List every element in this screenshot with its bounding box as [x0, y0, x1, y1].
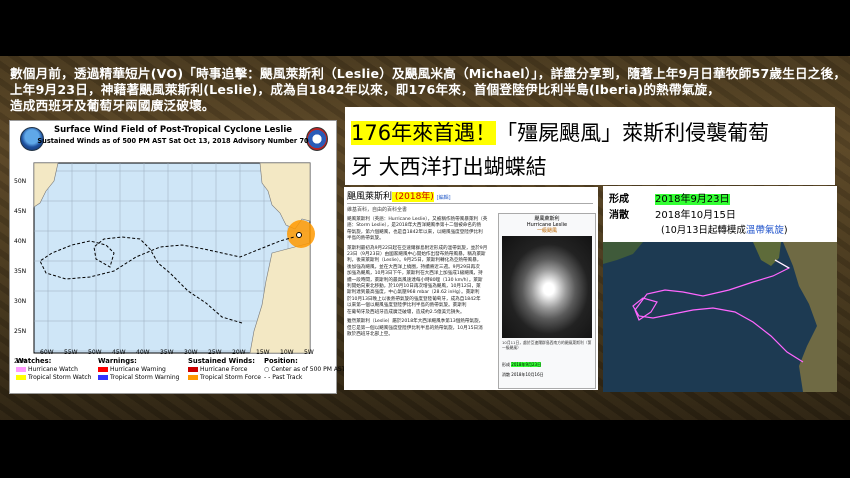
wiki-line: 斯利達到最高強度，中心氣壓968 mbar（28.62 inHg）。萊斯利 [347, 290, 480, 296]
headline-highlight: 176年來首遇！ [351, 121, 497, 145]
lon-label: 45W [112, 349, 126, 356]
headline-line-2: 牙 大西洋打出蝴蝶結 [351, 155, 547, 179]
lon-label: 40W [136, 349, 150, 356]
infobox-formed-value: 2018年9月23日 [511, 362, 542, 367]
intro-line-2: 上年9月23日，神藉著颶風萊斯利(Leslie)，成為自1842年以來，即176… [10, 82, 721, 97]
letterbox-bottom [0, 420, 850, 478]
legend-warnings: Warnings: Hurricane Warning Tropical Sto… [98, 357, 179, 381]
legend-position: Position: ○ Center as of 500 PM AST - - Pa… [264, 357, 345, 381]
note-close: ) [783, 225, 788, 236]
dissipated-date: 2018年10月15日 [655, 210, 736, 221]
news-headline: 176年來首遇！「殭屍颶風」萊斯利侵襲葡萄 牙 大西洋打出蝴蝶結 [345, 107, 835, 185]
swatch [16, 367, 26, 372]
lat-label: 30N [14, 298, 27, 305]
lon-label: 10W [280, 349, 294, 356]
note-link[interactable]: 溫帶氣旋 [746, 225, 784, 236]
lon-label: 20W [232, 349, 246, 356]
infobox-formed-label: 形成 [502, 362, 510, 367]
satellite-image [502, 236, 592, 338]
lon-label: 30W [184, 349, 198, 356]
infobox-caption: 10月11日，處於亞速爾群島西南方的颶風萊斯利（第一級颶風） [502, 340, 592, 350]
legend-heading: Sustained Winds: [188, 357, 255, 365]
lat-label: 45N [14, 208, 27, 215]
wiki-title: 颶風萊斯利 (2018年) [編輯] [347, 189, 451, 202]
note-text: (10月13日起轉模成 [661, 225, 746, 236]
transition-note: (10月13日起轉模成溫帶氣旋) [661, 222, 788, 236]
lat-label: 25N [14, 328, 27, 335]
lon-label: 25W [208, 349, 222, 356]
formed-label: 形成 [609, 194, 629, 205]
lat-label: 35N [14, 268, 27, 275]
formed-date: 2018年9月23日 [655, 194, 730, 205]
legend-heading: Warnings: [98, 357, 137, 365]
wiki-divider [347, 203, 593, 204]
wiki-line: 散於西班牙北部上空。 [347, 331, 393, 337]
infobox-header: 颶風萊斯利 Hurricane Leslie 一級颶風 [499, 216, 595, 234]
intro-line-1: 數個月前，透過精華短片(VO)「時事追擊：颶風萊斯利（Leslie）及颶風米高（… [10, 66, 847, 81]
legend-heading: Watches: [16, 357, 52, 365]
lon-label: 5W [304, 349, 314, 356]
legend-item: Tropical Storm Warning [110, 374, 180, 381]
track-map: 形成 2018年9月23日 消散 2018年10月15日 (10月13日起轉模成… [603, 186, 837, 392]
past-track-icon: - - [264, 374, 271, 381]
legend-item: Tropical Storm Watch [28, 374, 92, 381]
infobox-dissipated: 消散 2018年10月16日 [502, 372, 544, 378]
legend-watches: Watches: Hurricane Watch Tropical Storm … [16, 357, 91, 381]
track-info-header: 形成 2018年9月23日 消散 2018年10月15日 (10月13日起轉模成… [603, 186, 837, 242]
wind-field-map: Surface Wind Field of Post-Tropical Cycl… [9, 120, 345, 394]
wiki-edit-link[interactable]: [編輯] [437, 195, 451, 201]
storm-center [296, 232, 302, 238]
wiki-line: 語：Storm Leslie），是2018年大西洋颶風季第十二個被命名的熱 [347, 223, 482, 229]
dissipated-label: 消散 [609, 210, 629, 221]
lon-label: 50W [88, 349, 102, 356]
lat-labels: 50N 45N 40N 35N 30N 25N 20N [14, 167, 26, 377]
center-symbol-icon: ○ [264, 366, 270, 373]
lat-label: 40N [14, 238, 27, 245]
swatch [188, 375, 198, 380]
wikipedia-article: 颶風萊斯利 (2018年) [編輯] 維基百科，自由的百科全書 颶風萊斯利（英語… [344, 187, 598, 390]
lon-label: 60W [40, 349, 54, 356]
letterbox-top [0, 0, 850, 56]
legend-item: Hurricane Force [200, 366, 248, 373]
lon-label: 35W [160, 349, 174, 356]
infobox-formed: 形成 2018年9月23日 [502, 362, 542, 368]
headline-line-1: 176年來首遇！「殭屍颶風」萊斯利侵襲葡萄 [351, 117, 769, 147]
legend-item: Center as of 500 PM AST [271, 366, 346, 373]
legend-winds: Sustained Winds: Hurricane Force Tropica… [188, 357, 261, 381]
lat-label: 50N [14, 178, 27, 185]
headline-rest: 「殭屍颶風」萊斯利侵襲葡萄 [496, 121, 770, 145]
wiki-infobox: 颶風萊斯利 Hurricane Leslie 一級颶風 10月11日，處於亞速爾… [498, 213, 596, 389]
lon-labels: 60W 55W 50W 45W 40W 35W 30W 25W 20W 15W … [40, 349, 330, 356]
wiki-body: 颶風萊斯利（英語：Hurricane Leslie），又被稱作熱帶風暴萊利（英 … [347, 217, 495, 338]
map-legend: Watches: Hurricane Watch Tropical Storm … [16, 357, 345, 389]
legend-item: Tropical Storm Force [200, 374, 261, 381]
infobox-category: 一級颶風 [536, 228, 557, 234]
infobox-dissipated-value: 2018年10月16日 [511, 372, 544, 377]
legend-item: Past Track [272, 374, 303, 381]
wiki-title-text: 颶風萊斯利 [347, 192, 393, 202]
swatch [98, 375, 108, 380]
lon-label: 55W [64, 349, 78, 356]
legend-item: Hurricane Warning [110, 366, 166, 373]
infobox-dissipated-label: 消散 [502, 372, 510, 377]
wiki-line: 利，後來萊斯利（Leslie）。9月25日，萊斯利轉化為亞熱帶風暴， [347, 258, 482, 264]
legend-item: Hurricane Watch [28, 366, 78, 373]
wiki-title-year: (2018年) [392, 192, 434, 202]
swatch [188, 367, 198, 372]
wiki-line: 但它是第一個以颶風強度登陸伊比利半島的熱帶氣旋，10月15日消 [347, 325, 483, 331]
swatch [16, 375, 26, 380]
legend-heading: Position: [264, 357, 298, 365]
wiki-line: 雖然萊斯利（Leslie）屬於2018年大西洋颶風季第13個熱帶氣旋， [347, 319, 484, 325]
swatch [98, 367, 108, 372]
wiki-source-note: 維基百科，自由的百科全書 [347, 207, 408, 213]
wiki-line: 加強為颶風，10月3日下午，萊斯利在大西洋上加強成1級颶風，持 [347, 271, 483, 277]
lon-label: 15W [256, 349, 270, 356]
formed-value: 2018年9月23日 [655, 190, 730, 205]
